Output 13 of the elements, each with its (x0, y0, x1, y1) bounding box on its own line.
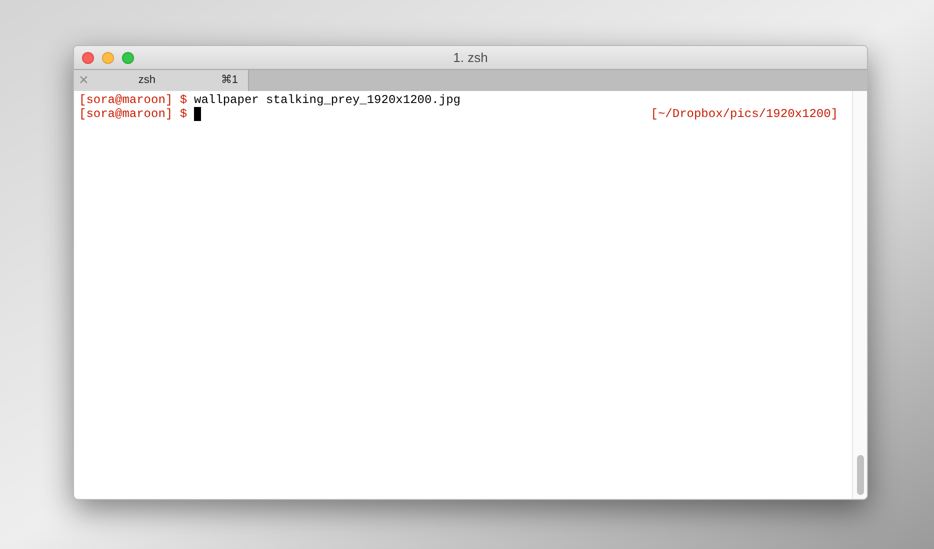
window-title: 1. zsh (453, 48, 488, 67)
tab-label: zsh (138, 73, 156, 88)
scrollbar[interactable] (852, 91, 867, 499)
shell-prompt: [sora@maroon] $ (79, 107, 188, 121)
scrollbar-thumb[interactable] (856, 455, 864, 495)
right-prompt: [~/Dropbox/pics/1920x1200] (650, 107, 838, 121)
command-text: wallpaper stalking_prey_1920x1200.jpg (194, 93, 460, 107)
tab[interactable]: × zsh ⌘1 (74, 70, 249, 91)
tab-shortcut: ⌘1 (220, 73, 238, 88)
close-icon[interactable] (82, 52, 94, 64)
shell-prompt: [sora@maroon] $ (79, 93, 188, 107)
maximize-icon[interactable] (122, 52, 134, 64)
minimize-icon[interactable] (102, 52, 114, 64)
